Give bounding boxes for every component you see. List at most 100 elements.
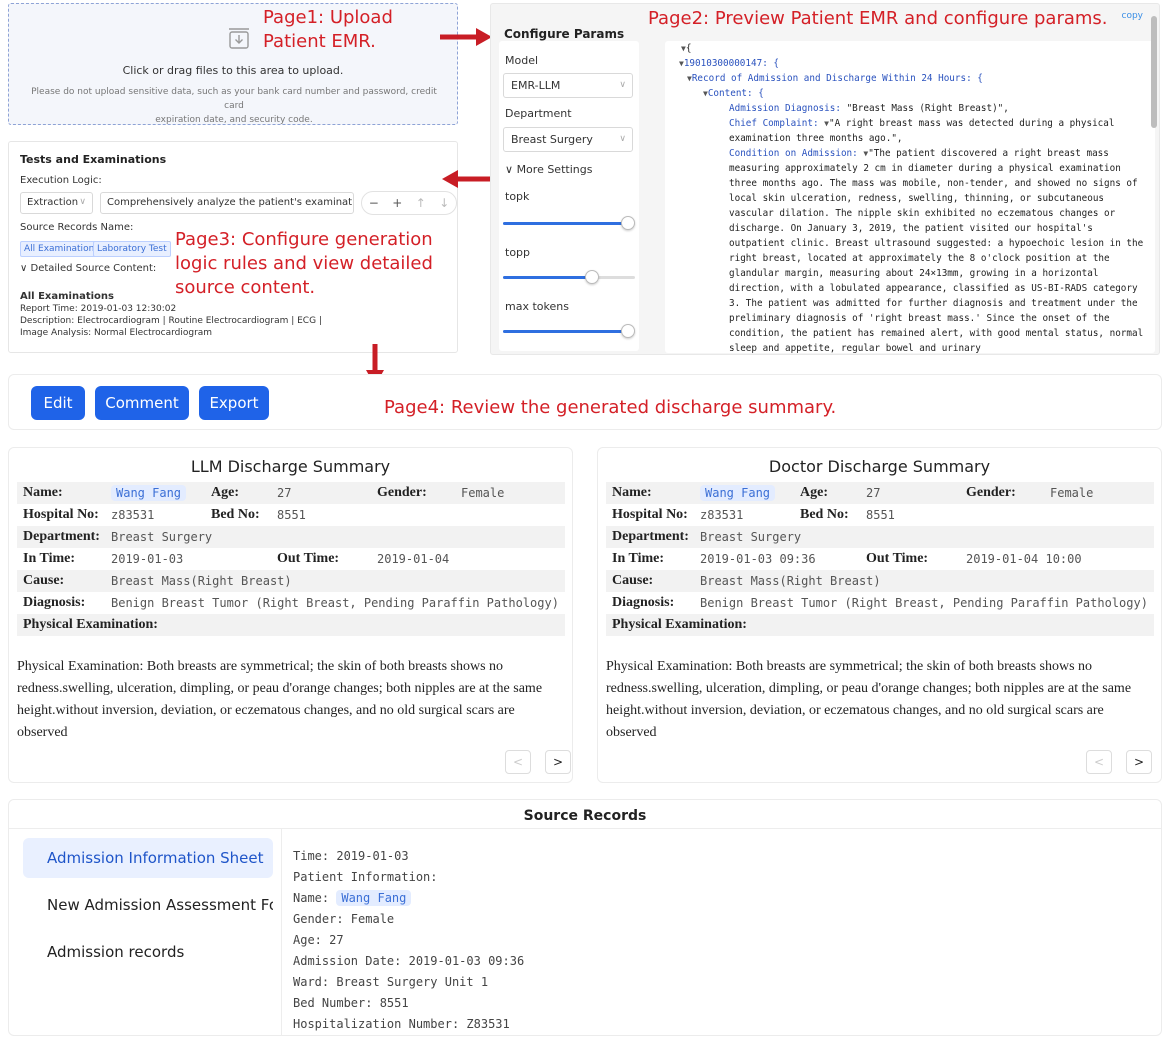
logic-input[interactable]: Comprehensively analyze the patient's ex… xyxy=(100,192,354,214)
json-record-id-line[interactable]: ▼19010300000147: { xyxy=(665,56,1155,71)
json-chief-complaint: Chief Complaint: ▼"A right breast mass w… xyxy=(729,118,1115,144)
model-label: Model xyxy=(505,54,539,67)
slider-handle[interactable] xyxy=(585,270,599,284)
config-title: Configure Params xyxy=(504,27,625,41)
in-time-value: 2019-01-03 xyxy=(111,552,184,566)
record-line: Report Time: 2019-01-03 12:30:02 xyxy=(20,304,177,314)
annotation-page4: Page4: Review the generated discharge su… xyxy=(384,397,837,418)
config-form: Model EMR-LLM ∨ Department Breast Surgery… xyxy=(499,41,639,351)
topk-label: topk xyxy=(505,190,530,203)
copy-button[interactable]: copy xyxy=(1122,11,1144,21)
out-time-label: Out Time: xyxy=(866,551,929,566)
topp-slider[interactable] xyxy=(503,270,635,284)
source-nav-admission-records[interactable]: Admission records xyxy=(23,932,273,972)
doctor-summary-card: Doctor Discharge Summary Name: Wang Fang… xyxy=(597,447,1162,783)
record-hosp-no: Hospitalization Number: Z83531 xyxy=(293,1017,510,1031)
hospital-no-label: Hospital No: xyxy=(612,507,688,522)
slider-handle[interactable] xyxy=(621,324,635,338)
bed-no-label: Bed No: xyxy=(211,507,260,522)
json-content-line[interactable]: ▼Content: { xyxy=(665,86,1155,101)
diagnosis-label: Diagnosis: xyxy=(23,595,86,610)
source-nav-admission-information-sheet[interactable]: Admission Information Sheet xyxy=(23,838,273,878)
remove-rule-button[interactable]: − xyxy=(365,196,383,210)
configure-params-panel: Configure Params Model EMR-LLM ∨ Departme… xyxy=(490,3,1160,355)
department-label: Department: xyxy=(17,526,105,548)
llm-summary-card: LLM Discharge Summary Name: Wang Fang Ag… xyxy=(8,447,573,783)
department-label: Department: xyxy=(606,526,694,548)
gender-value: Female xyxy=(1044,482,1154,504)
record-line: Description: Electrocardiogram | Routine… xyxy=(20,316,322,326)
json-admission-diagnosis: Admission Diagnosis: "Breast Mass (Right… xyxy=(729,103,1009,114)
diagnosis-label: Diagnosis: xyxy=(612,595,675,610)
name-label: Name: xyxy=(17,482,105,504)
department-label: Department xyxy=(505,107,572,120)
cause-value: Breast Mass(Right Breast) xyxy=(694,570,1154,592)
hospital-no-value: z83531 xyxy=(111,508,155,522)
physical-exam-label: Physical Examination: xyxy=(17,614,565,636)
in-time-label: In Time: xyxy=(612,551,664,566)
move-down-button[interactable]: ↓ xyxy=(435,196,453,210)
source-records-title: Source Records xyxy=(523,808,647,824)
age-label: Age: xyxy=(794,482,860,504)
cause-value: Breast Mass(Right Breast) xyxy=(105,570,565,592)
department-value: Breast Surgery xyxy=(105,526,565,548)
out-time-value: 2019-01-04 xyxy=(377,552,450,566)
max-tokens-label: max tokens xyxy=(505,300,569,313)
max-tokens-slider[interactable] xyxy=(503,324,635,338)
comment-button[interactable]: Comment xyxy=(95,386,189,420)
record-age: Age: 27 xyxy=(293,933,344,947)
name-value: Wang Fang xyxy=(694,482,794,504)
physical-exam-label: Physical Examination: xyxy=(606,614,1154,636)
physical-exam-text: Physical Examination: Both breasts are s… xyxy=(606,659,1132,740)
topp-label: topp xyxy=(505,246,531,259)
emr-json-viewer[interactable]: ▼{ ▼19010300000147: { ▼Record of Admissi… xyxy=(665,41,1155,353)
tag-laboratory-test[interactable]: Laboratory Test xyxy=(93,241,171,257)
department-value: Breast Surgery xyxy=(694,526,1154,548)
divider xyxy=(9,828,1161,829)
record-admission-date: Admission Date: 2019-01-03 09:36 xyxy=(293,954,525,968)
source-nav-new-admission-assessment[interactable]: New Admission Assessment Fo... xyxy=(23,885,273,925)
json-scrollbar[interactable] xyxy=(1151,16,1157,128)
tag-all-examinations[interactable]: All Examinations xyxy=(20,241,103,257)
tests-title: Tests and Examinations xyxy=(20,153,167,166)
edit-button[interactable]: Edit xyxy=(31,386,85,420)
annotation-page2: Page2: Preview Patient EMR and configure… xyxy=(648,8,1108,29)
red-arrow-right-icon xyxy=(440,28,492,46)
record-time: Time: 2019-01-03 xyxy=(293,849,409,863)
doctor-summary-table: Name: Wang Fang Age: 27 Gender: Female H… xyxy=(606,482,1154,636)
next-page-button[interactable]: > xyxy=(545,750,571,774)
next-page-button[interactable]: > xyxy=(1126,750,1152,774)
chevron-down-icon: ∨ xyxy=(619,80,626,90)
record-name: Name: Wang Fang xyxy=(293,888,524,909)
divider xyxy=(281,828,282,1036)
mode-select[interactable]: Extraction ∨ xyxy=(20,192,93,214)
out-time-label: Out Time: xyxy=(277,551,340,566)
annotation-page3: Page3: Configure generation logic rules … xyxy=(175,229,433,298)
detailed-source-toggle[interactable]: ∨ Detailed Source Content: xyxy=(20,263,156,274)
chevron-down-icon: ∨ xyxy=(505,163,517,176)
name-value: Wang Fang xyxy=(105,482,205,504)
doctor-summary-title: Doctor Discharge Summary xyxy=(768,457,991,476)
bed-no-label: Bed No: xyxy=(800,507,849,522)
prev-page-button[interactable]: < xyxy=(1086,750,1112,774)
model-select[interactable]: EMR-LLM ∨ xyxy=(503,73,633,98)
prev-page-button[interactable]: < xyxy=(505,750,531,774)
hospital-no-label: Hospital No: xyxy=(23,507,99,522)
record-line: Image Analysis: Normal Electrocardiogram xyxy=(20,328,213,338)
physical-exam-text: Physical Examination: Both breasts are s… xyxy=(17,659,543,740)
in-time-value: 2019-01-03 09:36 xyxy=(700,552,816,566)
move-up-button[interactable]: ↑ xyxy=(412,196,430,210)
bed-no-value: 8551 xyxy=(277,508,306,522)
export-button[interactable]: Export xyxy=(199,386,269,420)
upload-main-text: Click or drag files to this area to uplo… xyxy=(122,64,344,77)
json-record-title-line[interactable]: ▼Record of Admission and Discharge Withi… xyxy=(665,71,1155,86)
slider-handle[interactable] xyxy=(621,216,635,230)
topk-slider[interactable] xyxy=(503,216,635,230)
add-rule-button[interactable]: + xyxy=(388,196,406,210)
more-settings-toggle[interactable]: ∨ More Settings xyxy=(505,163,592,176)
llm-summary-title: LLM Discharge Summary xyxy=(190,457,391,476)
record-patient-info: Patient Information: xyxy=(293,870,438,884)
record-gender: Gender: Female xyxy=(293,912,395,926)
diagnosis-value: Benign Breast Tumor (Right Breast, Pendi… xyxy=(700,596,1148,610)
department-select[interactable]: Breast Surgery ∨ xyxy=(503,127,633,152)
